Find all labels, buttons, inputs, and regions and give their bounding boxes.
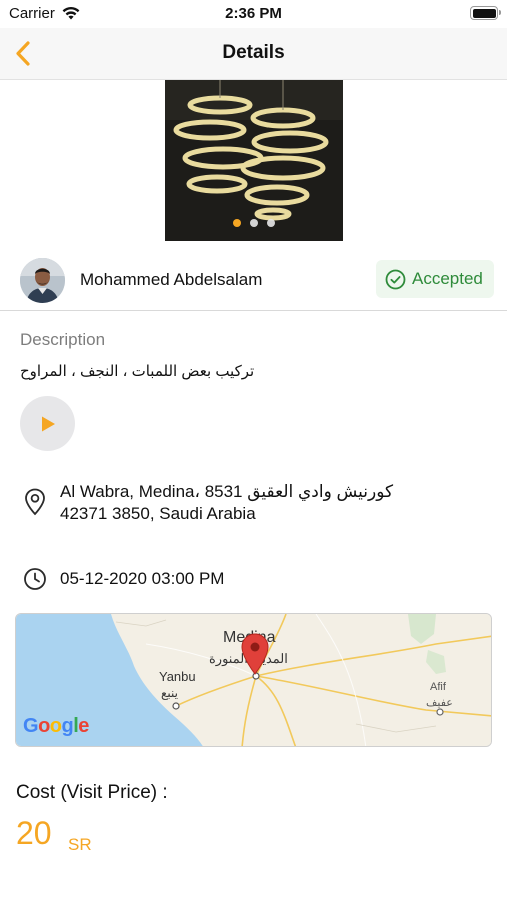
- battery-icon: [470, 6, 501, 20]
- cost-currency: SR: [68, 835, 92, 854]
- map-town-label-ar: عفيف: [426, 697, 453, 709]
- carousel-dot[interactable]: [250, 219, 258, 227]
- map-marker-icon[interactable]: [240, 632, 270, 676]
- page-title: Details: [222, 42, 285, 63]
- chandelier-photo: [165, 80, 343, 241]
- description-text: تركيب بعض اللمبات ، النجف ، المراوح: [20, 363, 255, 380]
- check-circle-icon: [385, 269, 406, 290]
- cost-value: 20: [16, 815, 52, 851]
- status-badge: Accepted: [376, 260, 494, 298]
- status-text: Accepted: [412, 269, 483, 288]
- map-town-label: Yanbu: [159, 669, 196, 684]
- location-map[interactable]: Medina المدينة المنورة Yanbu ينبع Afif ع…: [15, 613, 492, 747]
- status-time: 2:36 PM: [225, 5, 282, 22]
- service-address: Al Wabra, Medina، 8531 كورنيش وادي العقي…: [60, 481, 500, 525]
- carousel-page-indicator[interactable]: [165, 219, 343, 227]
- address-line-2: 42371 3850, Saudi Arabia: [60, 504, 256, 523]
- location-pin-icon: [25, 488, 45, 516]
- appointment-datetime: 05-12-2020 03:00 PM: [60, 569, 225, 588]
- status-bar: Carrier 2:36 PM: [0, 0, 507, 28]
- requester-row: Mohammed Abdelsalam Accepted: [0, 251, 507, 311]
- play-voice-note-button[interactable]: [20, 396, 75, 451]
- address-line-1: Al Wabra, Medina، 8531 كورنيش وادي العقي…: [60, 482, 394, 501]
- request-photo-carousel[interactable]: [165, 80, 343, 241]
- map-town-label: Afif: [430, 681, 446, 693]
- cost-label: Cost (Visit Price) :: [16, 782, 168, 803]
- map-town-label-ar: ينبع: [161, 686, 178, 700]
- avatar[interactable]: [20, 258, 65, 303]
- clock-icon: [24, 568, 46, 590]
- user-avatar-photo: [20, 258, 65, 303]
- requester-name: Mohammed Abdelsalam: [80, 270, 263, 289]
- google-logo: Google: [23, 715, 89, 737]
- navigation-bar: Details: [0, 28, 507, 80]
- carousel-dot[interactable]: [233, 219, 241, 227]
- description-label: Description: [20, 330, 106, 349]
- play-icon: [42, 416, 55, 432]
- carousel-dot[interactable]: [267, 219, 275, 227]
